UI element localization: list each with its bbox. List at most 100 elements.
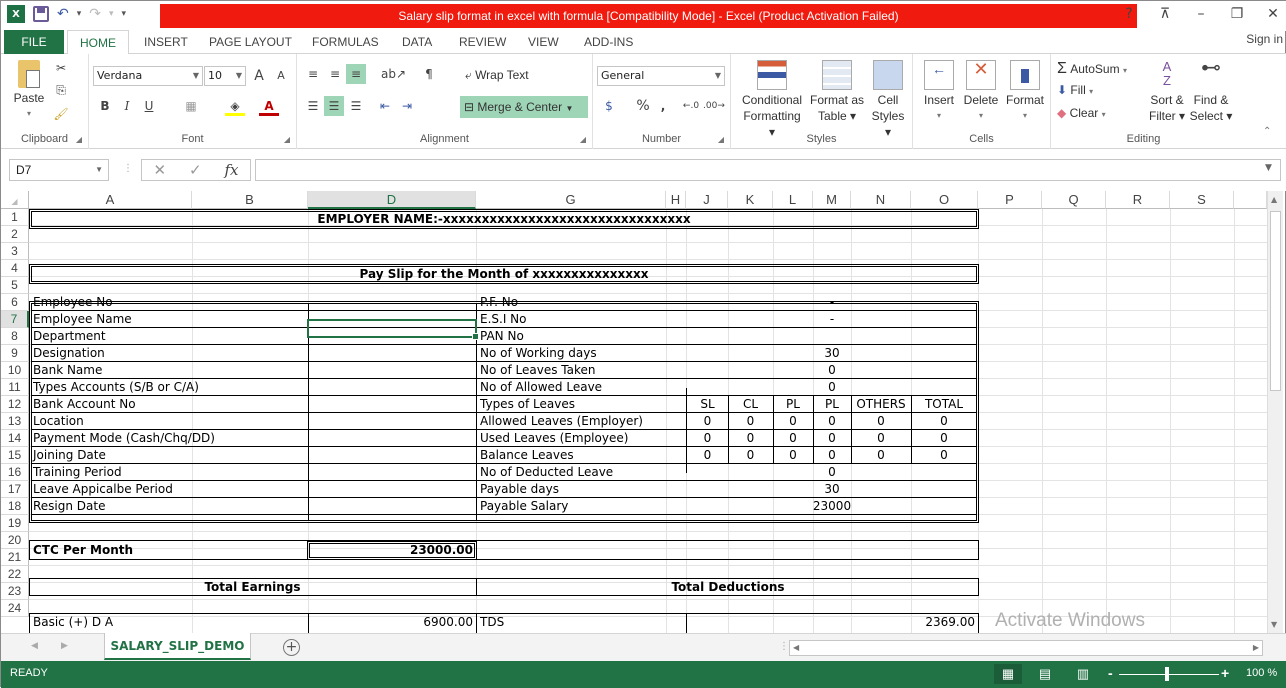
previous-sheet-icon[interactable]: ◀: [31, 641, 38, 651]
payroll-field-label[interactable]: PAN No: [478, 328, 684, 344]
payroll-field-label[interactable]: P.F. No: [478, 294, 684, 310]
find-select-button[interactable]: ⊷ Find & Select ▾: [1189, 58, 1233, 124]
payroll-field-label[interactable]: No of Deducted Leave: [478, 464, 684, 480]
cell-styles-button[interactable]: Cell Styles ▾: [867, 60, 909, 140]
deduction-value[interactable]: 2369.00: [687, 614, 977, 630]
employee-field-label[interactable]: Bank Account No: [31, 396, 306, 412]
ctc-value[interactable]: 23000.00: [309, 542, 475, 559]
row-header-6[interactable]: 6: [1, 294, 29, 311]
employee-field-label[interactable]: Location: [31, 413, 306, 429]
increase-indent-icon[interactable]: ⇥: [397, 96, 417, 116]
leave-count[interactable]: 0: [728, 447, 773, 463]
bottom-align-icon[interactable]: ≡: [346, 64, 366, 84]
percent-style-button[interactable]: %: [633, 96, 653, 116]
zoom-level[interactable]: 100 %: [1246, 667, 1277, 679]
leave-count[interactable]: 0: [687, 430, 728, 446]
employee-field-label[interactable]: Employee No: [31, 294, 306, 310]
payroll-field-value[interactable]: 30: [687, 345, 977, 361]
pay-slip-title[interactable]: Pay Slip for the Month of xxxxxxxxxxxxxx…: [29, 266, 979, 283]
column-header-p[interactable]: P: [978, 191, 1042, 209]
leave-count[interactable]: 0: [851, 413, 911, 429]
number-format-combo[interactable]: General ▼: [597, 66, 725, 86]
select-all-corner[interactable]: ◢: [1, 191, 29, 209]
accounting-format-icon[interactable]: $: [599, 96, 619, 116]
delete-cells-button[interactable]: ✕ Delete ▾: [961, 60, 1001, 124]
leave-count[interactable]: 0: [773, 430, 813, 446]
leave-row-label[interactable]: Used Leaves (Employee): [478, 430, 684, 446]
font-size-combo[interactable]: 10 ▼: [204, 66, 246, 86]
payroll-field-label[interactable]: Payable days: [478, 481, 684, 497]
cut-icon[interactable]: ✂: [51, 58, 71, 78]
row-header-5[interactable]: 5: [1, 277, 29, 294]
employee-field-label[interactable]: Department: [31, 328, 306, 344]
customize-qat-icon[interactable]: ▾: [122, 9, 127, 19]
number-launcher-icon[interactable]: ◢: [718, 135, 724, 144]
increase-decimal-icon[interactable]: ←.0: [681, 96, 701, 116]
leave-count[interactable]: 0: [911, 413, 977, 429]
help-icon[interactable]: ?: [1121, 6, 1137, 22]
borders-icon[interactable]: ▦: [181, 96, 201, 116]
redo-icon[interactable]: ↷: [89, 6, 101, 22]
font-color-icon[interactable]: A: [259, 96, 279, 116]
redo-dropdown-icon[interactable]: ▾: [109, 9, 114, 19]
page-break-preview-icon[interactable]: ▥: [1069, 664, 1097, 684]
payroll-field-value[interactable]: 0: [687, 379, 977, 395]
row-header-15[interactable]: 15: [1, 447, 29, 464]
leave-row-label[interactable]: Allowed Leaves (Employer): [478, 413, 684, 429]
row-header-3[interactable]: 3: [1, 243, 29, 260]
column-header-t[interactable]: [1234, 191, 1267, 209]
payroll-field-value[interactable]: 0: [687, 464, 977, 480]
insert-cells-button[interactable]: ← Insert ▾: [919, 60, 959, 124]
tab-page-layout[interactable]: PAGE LAYOUT: [197, 30, 304, 54]
zoom-out-icon[interactable]: -: [1108, 665, 1113, 681]
payroll-field-label[interactable]: Payable Salary: [478, 498, 684, 514]
expand-formula-bar-icon[interactable]: ▼: [1265, 163, 1272, 173]
clipboard-launcher-icon[interactable]: ◢: [76, 135, 82, 144]
save-icon[interactable]: [33, 6, 49, 22]
payroll-field-value[interactable]: -: [687, 311, 977, 327]
row-header-19[interactable]: 19: [1, 515, 29, 532]
alignment-launcher-icon[interactable]: ◢: [580, 135, 586, 144]
decrease-indent-icon[interactable]: ⇤: [375, 96, 395, 116]
row-header-13[interactable]: 13: [1, 413, 29, 430]
payroll-field-value[interactable]: 30: [687, 481, 977, 497]
row-header-8[interactable]: 8: [1, 328, 29, 345]
tab-formulas[interactable]: FORMULAS: [300, 30, 391, 54]
leave-count[interactable]: 0: [813, 413, 851, 429]
bold-button[interactable]: B: [95, 96, 115, 116]
merge-center-button[interactable]: ⊟ Merge & Center ▼: [460, 96, 588, 118]
row-header-18[interactable]: 18: [1, 498, 29, 515]
column-header-h[interactable]: H: [666, 191, 686, 209]
tab-home[interactable]: HOME: [67, 30, 129, 55]
leave-count[interactable]: 0: [773, 447, 813, 463]
shrink-font-icon[interactable]: A: [271, 66, 291, 86]
column-header-n[interactable]: N: [851, 191, 911, 209]
active-cell-d7[interactable]: [307, 319, 479, 340]
autosum-button[interactable]: Σ AutoSum ▾: [1057, 60, 1127, 78]
scroll-up-icon[interactable]: ▲: [1271, 195, 1277, 204]
top-align-icon[interactable]: ≡: [303, 64, 323, 84]
employee-field-label[interactable]: Leave Appicalbe Period: [31, 481, 306, 497]
column-header-d[interactable]: D: [308, 191, 476, 209]
decrease-decimal-icon[interactable]: .00→: [703, 96, 725, 116]
sign-in-link[interactable]: Sign in: [1246, 32, 1283, 46]
payroll-field-label[interactable]: E.S.I No: [478, 311, 684, 327]
sheet-tab-salary-slip-demo[interactable]: SALARY_SLIP_DEMO: [104, 633, 251, 660]
font-name-combo[interactable]: Verdana ▼: [93, 66, 203, 86]
grow-font-icon[interactable]: A: [249, 66, 269, 86]
scroll-down-icon[interactable]: ▼: [1271, 620, 1277, 629]
align-right-icon[interactable]: ☰: [346, 96, 366, 116]
leave-count[interactable]: 0: [911, 430, 977, 446]
next-sheet-icon[interactable]: ▶: [61, 641, 68, 651]
leave-count[interactable]: 0: [728, 413, 773, 429]
column-header-l[interactable]: L: [773, 191, 813, 209]
undo-dropdown-icon[interactable]: ▾: [77, 9, 82, 19]
payroll-field-label[interactable]: No of Working days: [478, 345, 684, 361]
row-header-17[interactable]: 17: [1, 481, 29, 498]
vertical-scrollbar[interactable]: ▲ ▼: [1267, 191, 1283, 633]
employee-field-label[interactable]: Joining Date: [31, 447, 306, 463]
deduction-label[interactable]: TDS: [478, 614, 678, 630]
row-header-11[interactable]: 11: [1, 379, 29, 396]
underline-button[interactable]: U: [139, 96, 159, 116]
paste-button[interactable]: Paste ▾: [11, 60, 47, 122]
